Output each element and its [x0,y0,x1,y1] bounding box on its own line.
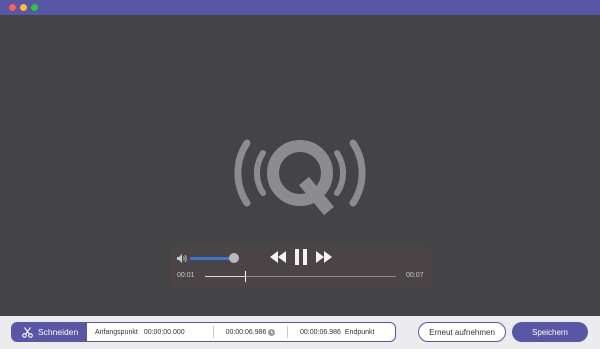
fast-forward-icon[interactable] [316,251,332,263]
volume-slider-handle[interactable] [229,253,239,263]
close-window-button[interactable] [9,4,16,11]
duration-field[interactable]: 00:00:06.986 [214,323,287,341]
bottom-toolbar: Schneiden Anfangspunkt 00:00:00.000 00:0… [0,316,600,349]
logo-icon [234,139,366,216]
start-point-field[interactable]: Anfangspunkt 00:00:00.000 [87,323,213,341]
rewind-icon[interactable] [270,251,286,263]
scissors-icon [22,326,33,338]
save-button[interactable]: Speichern [512,322,588,342]
end-point-field[interactable]: 00:00:06.986 Endpunkt [288,323,374,341]
title-bar [0,0,600,15]
total-time: 00:07 [406,272,424,279]
cut-button-label: Schneiden [38,327,79,337]
progress-fill [205,276,246,277]
start-point-value: 00:00:00.000 [143,328,185,336]
end-point-label: Endpunkt [344,328,375,336]
trim-group: Schneiden Anfangspunkt 00:00:00.000 00:0… [11,322,396,342]
duration-value: 00:00:06.986 [225,328,267,336]
cut-button[interactable]: Schneiden [12,323,87,341]
start-point-label: Anfangspunkt [95,328,138,336]
volume-icon[interactable] [177,254,187,263]
clock-icon [268,328,276,336]
end-point-value: 00:00:06.986 [300,328,341,336]
pause-icon[interactable] [294,249,308,265]
minimize-window-button[interactable] [20,4,27,11]
video-stage: 00:01 00:07 [0,15,600,316]
current-time: 00:01 [177,272,195,279]
progress-handle[interactable] [245,271,247,282]
rerecord-button[interactable]: Erneut aufnehmen [418,322,506,342]
progress-bar[interactable] [205,271,396,282]
zoom-window-button[interactable] [31,4,38,11]
playback-controls: 00:01 00:07 [170,245,431,287]
